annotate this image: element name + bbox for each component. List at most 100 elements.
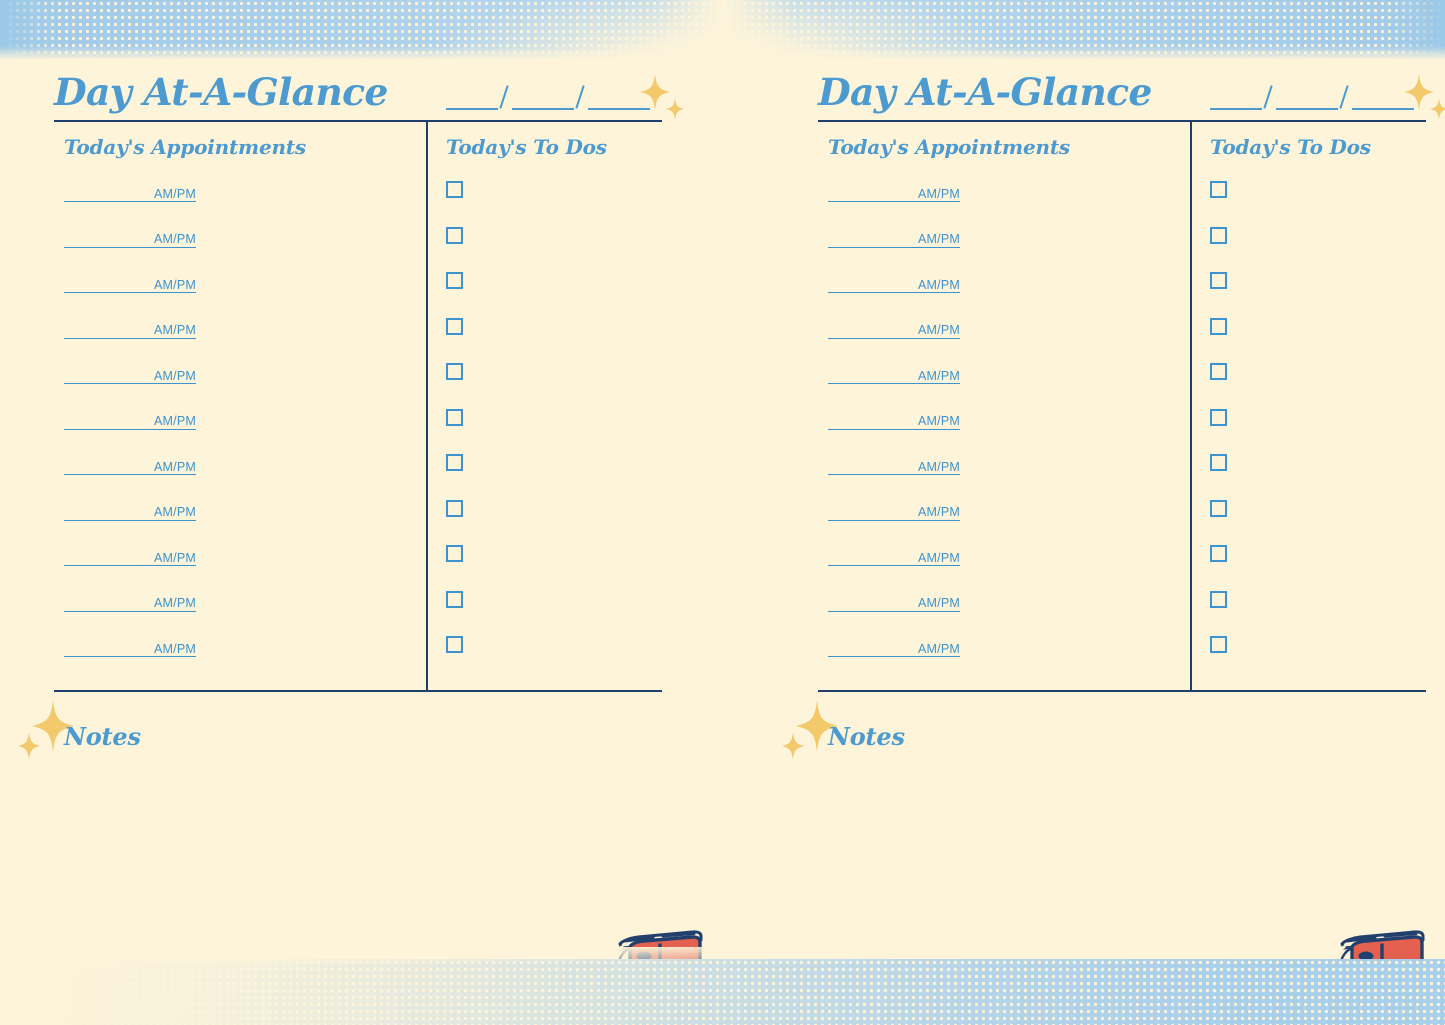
appointment-row[interactable]: AM/PM [828,227,1190,273]
appointment-time-blank[interactable]: AM/PM [828,545,960,566]
date-field[interactable] [446,80,650,110]
appointment-row[interactable]: AM/PM [64,181,426,227]
appointment-row[interactable]: AM/PM [64,272,426,318]
date-month-blank[interactable] [446,80,498,110]
todo-checkbox[interactable] [1210,636,1227,653]
appointment-row[interactable]: AM/PM [828,591,1190,637]
appointment-time-blank[interactable]: AM/PM [828,227,960,248]
todo-checkbox[interactable] [1210,226,1227,244]
todo-row[interactable] [1210,181,1426,227]
appointment-row[interactable]: AM/PM [64,500,426,546]
appointment-time-blank[interactable]: AM/PM [828,454,960,475]
appointment-time-blank[interactable]: AM/PM [64,545,196,566]
appointment-row[interactable]: AM/PM [828,181,1190,227]
appointment-row[interactable]: AM/PM [828,500,1190,546]
todo-checkbox[interactable] [446,454,463,471]
todo-row[interactable] [446,272,662,318]
appointment-row[interactable]: AM/PM [64,409,426,455]
todo-row[interactable] [446,226,662,273]
todo-checkbox[interactable] [446,226,463,244]
todo-row[interactable] [446,636,662,682]
todo-row[interactable] [446,181,662,227]
todo-row[interactable] [1210,454,1426,500]
todo-row[interactable] [446,590,662,637]
appointment-time-blank[interactable]: AM/PM [64,636,196,657]
todo-checkbox[interactable] [446,499,463,517]
todo-row[interactable] [446,545,662,591]
date-day-blank[interactable] [512,80,574,110]
todo-row[interactable] [446,499,662,546]
todo-row[interactable] [446,454,662,500]
date-year-blank[interactable] [1352,80,1414,110]
appointment-row[interactable]: AM/PM [828,545,1190,591]
todo-row[interactable] [1210,363,1426,409]
appointment-time-blank[interactable]: AM/PM [828,318,960,339]
appointment-time-blank[interactable]: AM/PM [828,591,960,612]
date-field[interactable] [1210,80,1414,110]
appointment-time-blank[interactable]: AM/PM [64,227,196,248]
todo-checkbox[interactable] [1210,545,1227,562]
appointment-row[interactable]: AM/PM [64,318,426,364]
todo-checkbox[interactable] [1210,181,1227,198]
todo-checkbox[interactable] [446,363,463,380]
todo-row[interactable] [1210,590,1426,637]
appointment-row[interactable]: AM/PM [828,409,1190,455]
todo-row[interactable] [446,363,662,409]
todo-checkbox[interactable] [1210,272,1227,289]
todo-row[interactable] [1210,499,1426,546]
table-bottom-rule [54,689,662,693]
todo-checkbox[interactable] [1210,408,1227,426]
todo-row[interactable] [1210,272,1426,318]
appointment-row[interactable]: AM/PM [828,363,1190,409]
date-day-blank[interactable] [1276,80,1338,110]
todo-row[interactable] [446,408,662,455]
appointment-row[interactable]: AM/PM [828,454,1190,500]
appointment-time-blank[interactable]: AM/PM [64,591,196,612]
appointment-time-blank[interactable]: AM/PM [64,500,196,521]
appointment-time-blank[interactable]: AM/PM [64,318,196,339]
todo-checkbox[interactable] [1210,454,1227,471]
todo-checkbox[interactable] [446,181,463,198]
appointment-time-blank[interactable]: AM/PM [828,181,960,202]
todo-checkbox[interactable] [446,545,463,562]
appointment-row[interactable]: AM/PM [64,227,426,273]
appointment-time-blank[interactable]: AM/PM [64,181,196,202]
date-month-blank[interactable] [1210,80,1262,110]
todo-checkbox[interactable] [1210,317,1227,335]
todo-row[interactable] [1210,226,1426,273]
appointment-time-blank[interactable]: AM/PM [64,363,196,384]
notes-section[interactable]: Notes [18,700,662,768]
appointment-row[interactable]: AM/PM [828,318,1190,364]
todo-checkbox[interactable] [446,636,463,653]
appointment-time-blank[interactable]: AM/PM [828,500,960,521]
appointment-time-blank[interactable]: AM/PM [828,636,960,657]
appointment-row[interactable]: AM/PM [828,272,1190,318]
todo-checkbox[interactable] [1210,590,1227,608]
date-year-blank[interactable] [588,80,650,110]
todo-checkbox[interactable] [1210,499,1227,517]
todo-row[interactable] [1210,545,1426,591]
appointment-row[interactable]: AM/PM [64,545,426,591]
todo-checkbox[interactable] [446,272,463,289]
appointment-row[interactable]: AM/PM [64,363,426,409]
appointment-time-blank[interactable]: AM/PM [64,454,196,475]
todo-checkbox[interactable] [446,317,463,335]
todo-row[interactable] [1210,317,1426,364]
todo-row[interactable] [1210,408,1426,455]
notes-section[interactable]: Notes [782,700,1426,768]
appointment-time-blank[interactable]: AM/PM [828,363,960,384]
todo-row[interactable] [1210,636,1426,682]
appointment-row[interactable]: AM/PM [64,636,426,682]
appointment-time-blank[interactable]: AM/PM [828,409,960,430]
todo-checkbox[interactable] [446,408,463,426]
appointment-time-blank[interactable]: AM/PM [64,409,196,430]
todo-row[interactable] [446,317,662,364]
todo-checkbox[interactable] [1210,363,1227,380]
appointment-row[interactable]: AM/PM [828,636,1190,682]
appointment-row[interactable]: AM/PM [64,591,426,637]
appointment-time-blank[interactable]: AM/PM [828,272,960,293]
appointment-row[interactable]: AM/PM [64,454,426,500]
todo-checkbox[interactable] [446,590,463,608]
planner-page-left: Day At-A-Glance Today's Appointments AM/… [0,0,722,1025]
appointment-time-blank[interactable]: AM/PM [64,272,196,293]
